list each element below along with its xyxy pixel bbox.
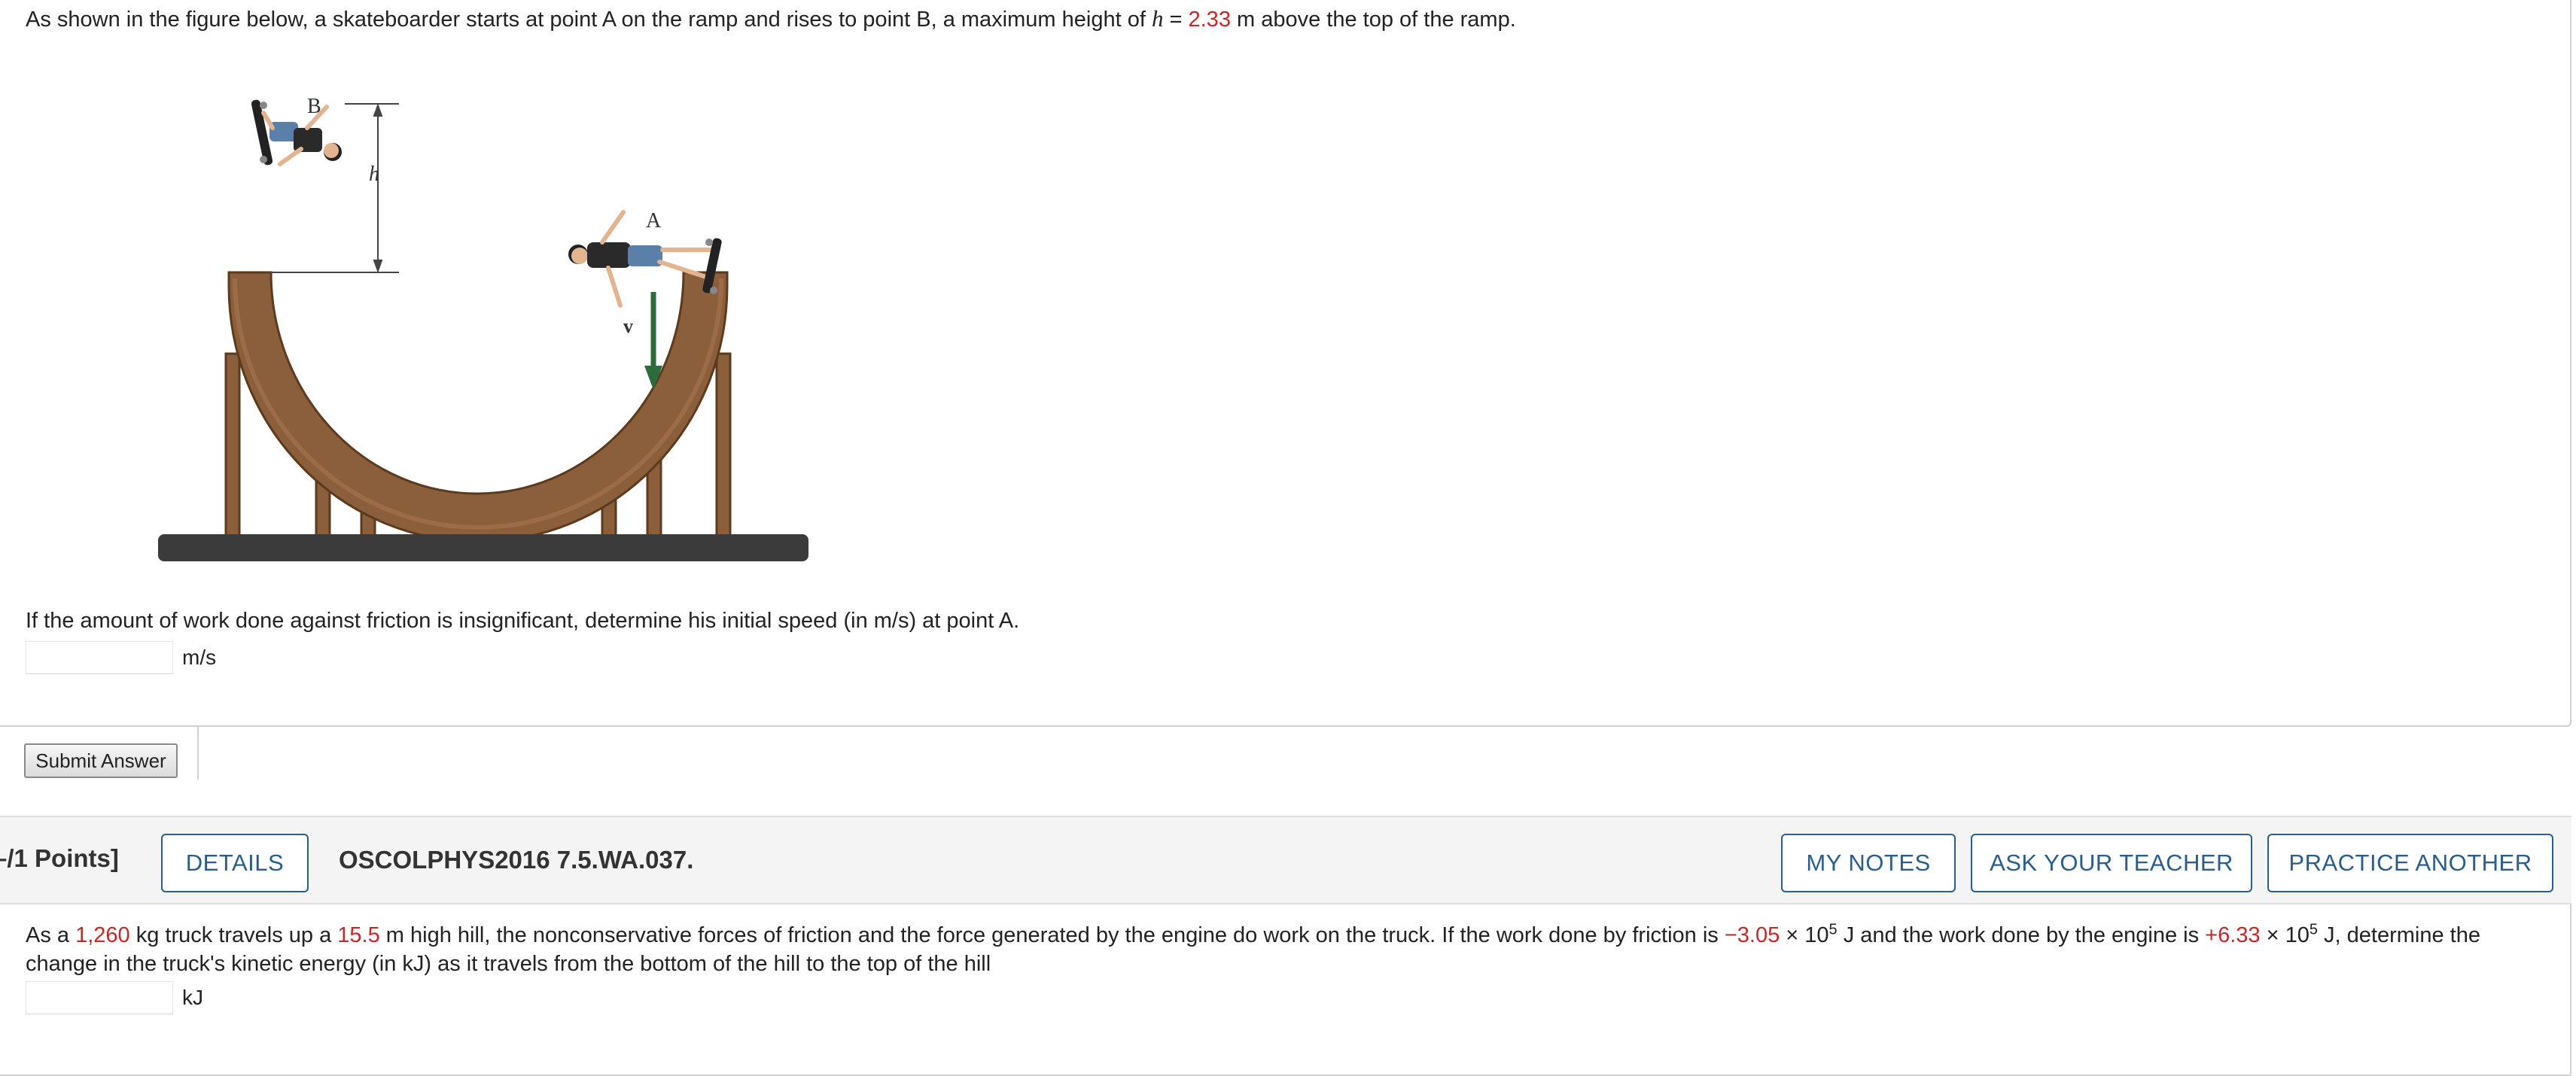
points-label: [–/1 Points] [0,844,119,872]
question-id: OSCOLPHYS2016 7.5.WA.037. [339,846,694,874]
question-1-answer-row: m/s [26,641,216,674]
speed-answer-input[interactable] [26,641,173,674]
half-pipe-figure: h B A v⃗ [158,95,808,561]
my-notes-button[interactable]: MY NOTES [1781,834,1956,892]
h-value: 2.33 [1188,8,1231,32]
question-1-intro: As shown in the figure below, a skateboa… [26,5,1516,32]
speed-unit: m/s [182,646,217,669]
velocity-label: v⃗ [623,315,648,337]
kinetic-energy-answer-input[interactable] [26,981,173,1014]
point-a-label: A [646,209,662,233]
question-1-panel: As shown in the figure below, a skateboa… [0,0,2571,727]
question-2-answer-row: kJ [26,981,203,1014]
friction-work: −3.05 [1724,923,1780,947]
question-1-prompt: If the amount of work done against frict… [26,609,1020,633]
kinetic-energy-unit: kJ [182,986,203,1009]
engine-work: +6.33 [2205,923,2261,947]
h-variable: h [1151,5,1164,32]
divider [197,727,199,780]
ramp-base [158,534,808,561]
ask-your-teacher-button[interactable]: ASK YOUR TEACHER [1971,834,2252,892]
point-b-label: B [307,95,321,118]
practice-another-button[interactable]: PRACTICE ANOTHER [2267,834,2553,892]
truck-mass: 1,260 [75,923,130,947]
skater-b [251,99,342,166]
height-label: h [369,163,379,186]
details-button[interactable]: DETAILS [161,834,309,892]
submit-answer-button[interactable]: Submit Answer [24,743,178,778]
hill-height: 15.5 [337,923,380,947]
question-2-text: As a 1,260 kg truck travels up a 15.5 m … [26,921,2480,976]
question-2-header: [–/1 Points] DETAILS OSCOLPHYS2016 7.5.W… [0,816,2571,904]
question-2-panel: As a 1,260 kg truck travels up a 15.5 m … [0,904,2571,1076]
